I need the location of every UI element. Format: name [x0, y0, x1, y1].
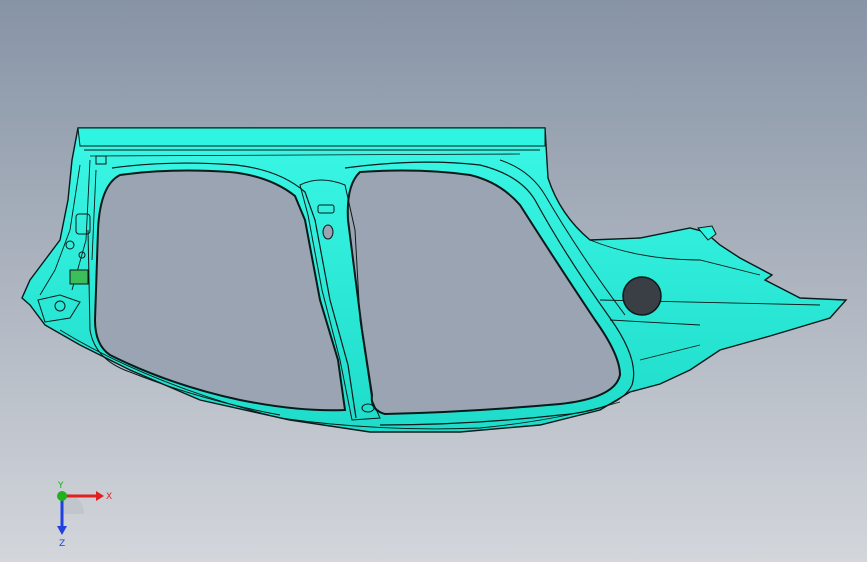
x-axis-label: X — [106, 492, 112, 502]
z-axis-arrow — [57, 526, 67, 535]
z-axis-label: Z — [59, 539, 65, 549]
y-axis-dot — [57, 491, 67, 501]
roof-rail — [77, 127, 546, 147]
hinge-bracket — [69, 269, 89, 285]
b-pillar-hole — [322, 224, 334, 240]
graphics-viewport[interactable]: X Y Z — [0, 0, 867, 562]
y-axis-label: Y — [57, 481, 64, 491]
x-axis-arrow — [96, 491, 104, 501]
fuel-filler-hole — [622, 276, 662, 316]
car-side-panel-model[interactable] — [0, 0, 867, 562]
view-orientation-triad[interactable]: X Y Z — [40, 480, 120, 550]
